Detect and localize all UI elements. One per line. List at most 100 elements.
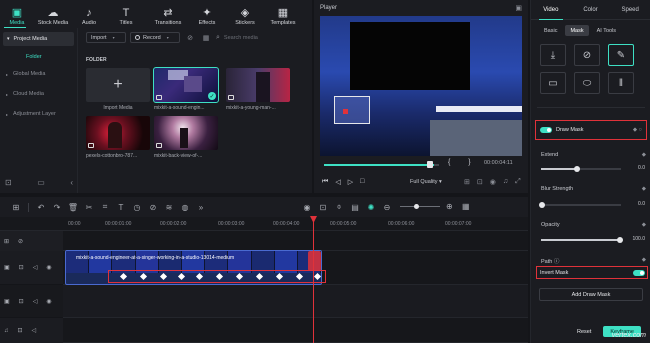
draw-mask-row[interactable]: Draw Mask ◆ ○	[535, 120, 647, 140]
tool-transitions[interactable]: ⇄ Transitions	[148, 2, 188, 28]
blur-slider[interactable]	[539, 202, 621, 208]
previous-frame-icon[interactable]: ⏮	[322, 178, 328, 186]
effects-icon[interactable]: ▤	[347, 203, 363, 212]
lock-icon[interactable]: ⊡	[19, 264, 24, 271]
extend-value[interactable]: 0.0	[627, 165, 645, 173]
keyframe-icon[interactable]: ◆ ○	[633, 127, 642, 133]
crop-icon[interactable]: ⊡	[477, 178, 483, 186]
import-mask-icon[interactable]: ⤓	[540, 44, 566, 66]
fullscreen-icon[interactable]: ⤢	[515, 178, 521, 186]
keyframe-diamond-icon[interactable]	[159, 272, 168, 281]
step-back-icon[interactable]: ◁	[335, 178, 340, 186]
keyframe-icon[interactable]: ◆	[642, 152, 646, 158]
sidebar-project-media[interactable]: ▾ Project Media	[3, 32, 74, 46]
lock-icon[interactable]: ⊡	[19, 298, 24, 305]
pen-mask-icon[interactable]: ✎	[608, 44, 634, 66]
keyframe-diamond-icon[interactable]	[275, 272, 284, 281]
split-icon[interactable]: ✂	[81, 203, 97, 212]
preview-canvas[interactable]	[320, 16, 522, 156]
play-icon[interactable]: ▷	[348, 178, 353, 186]
opacity-slider[interactable]	[541, 237, 623, 243]
speed-icon[interactable]: ◷	[129, 203, 145, 212]
keyframe-icon[interactable]: ◆	[642, 257, 646, 263]
tool-templates[interactable]: ▦ Templates	[264, 2, 302, 28]
add-draw-mask-button[interactable]: Add Draw Mask	[539, 288, 643, 301]
tool-stock-media[interactable]: ☁ Stock Media	[32, 2, 74, 28]
volume-icon[interactable]: ♫	[503, 178, 508, 186]
new-folder-icon[interactable]: ⊡	[5, 178, 12, 187]
speaker-icon[interactable]: ◁	[33, 298, 38, 305]
collapse-icon[interactable]: ‹	[70, 178, 73, 187]
zoom-handle[interactable]	[414, 204, 419, 209]
keyframe-diamond-icon[interactable]	[255, 272, 264, 281]
microphone-icon[interactable]: ⌽	[331, 202, 347, 212]
tab-speed[interactable]: Speed	[610, 0, 650, 19]
undo-icon[interactable]: ↶	[33, 203, 49, 212]
zoom-out-icon[interactable]: ⊖	[379, 203, 395, 212]
rectangle-mask-icon[interactable]: ▭	[540, 72, 566, 94]
media-item[interactable]: mixkit-back-view-of-...	[154, 116, 218, 159]
invert-mask-row[interactable]: Invert Mask	[536, 266, 648, 279]
folder-icon[interactable]: ▭	[37, 178, 45, 187]
lock-icon[interactable]: ⊡	[18, 327, 23, 334]
help-icon[interactable]: ⓘ	[554, 259, 560, 265]
no-mask-icon[interactable]: ⊘	[574, 44, 600, 66]
keyframe-diamond-icon[interactable]	[195, 272, 204, 281]
timeline-ruler[interactable]: 00:00 00:00:01:00 00:00:02:00 00:00:03:0…	[0, 217, 528, 231]
tab-color[interactable]: Color	[571, 0, 611, 19]
mark-in-out[interactable]: { }	[448, 159, 479, 166]
progress-handle[interactable]	[427, 161, 433, 168]
mask-icon[interactable]: ⊘	[145, 203, 161, 212]
camera-icon[interactable]: ◉	[490, 178, 496, 186]
mask-shape-box[interactable]	[334, 96, 370, 124]
search-input[interactable]: ⌕ Search media	[216, 34, 304, 42]
keyframe-row[interactable]	[108, 270, 326, 283]
blur-value[interactable]: 0.0	[627, 201, 645, 209]
sidebar-global-media[interactable]: ▸ Global Media	[0, 64, 77, 84]
sidebar-folder[interactable]: Folder	[0, 50, 77, 64]
line-mask-icon[interactable]: ‖	[608, 72, 634, 94]
keyframe-diamond-icon[interactable]	[215, 272, 224, 281]
subtab-mask[interactable]: Mask	[565, 25, 589, 36]
media-item[interactable]: pexels-cottonbro-787...	[86, 116, 150, 159]
record-dropdown[interactable]: Record ▾	[130, 32, 180, 43]
eye-icon[interactable]: ◉	[46, 264, 51, 271]
eye-icon[interactable]: ◉	[46, 298, 51, 305]
color-icon[interactable]: ◍	[177, 203, 193, 212]
tool-media[interactable]: ▣ Media	[2, 2, 32, 28]
keyframe-icon[interactable]: ◆	[642, 222, 646, 228]
marker-icon[interactable]: ⊡	[315, 203, 331, 212]
extend-slider[interactable]	[541, 166, 621, 172]
subtab-basic[interactable]: Basic	[539, 25, 562, 36]
invert-mask-toggle[interactable]	[633, 269, 645, 276]
keyframe-diamond-icon[interactable]	[139, 272, 148, 281]
playhead[interactable]	[313, 222, 314, 343]
tool-effects[interactable]: ✦ Effects	[188, 2, 226, 28]
speaker-icon[interactable]: ◁	[33, 264, 38, 271]
more-icon[interactable]: »	[193, 203, 209, 212]
media-item[interactable]: ✓ mixkit-a-sound-engin...	[153, 67, 219, 111]
grid-icon[interactable]: ▦	[462, 202, 470, 211]
fit-icon[interactable]: ⊞	[464, 178, 470, 186]
speaker-icon[interactable]: ◁	[32, 327, 37, 334]
zoom-slider[interactable]	[400, 204, 440, 209]
clip-end-handle[interactable]	[308, 251, 321, 271]
snapshot-icon[interactable]: ▣	[515, 4, 522, 12]
redo-icon[interactable]: ↷	[49, 203, 65, 212]
filter-icon[interactable]: ⊘	[184, 32, 196, 43]
delete-icon[interactable]: 🗑	[65, 203, 81, 212]
link-icon[interactable]: ⊘	[18, 238, 23, 245]
media-item[interactable]: mixkit-a-young-man-...	[226, 68, 290, 111]
text-icon[interactable]: T	[113, 203, 129, 212]
crop-icon[interactable]: ⌗	[97, 202, 113, 212]
keyframe-diamond-icon[interactable]	[119, 272, 128, 281]
subtab-ai-tools[interactable]: AI Tools	[592, 25, 621, 36]
timeline-tracks[interactable]	[63, 231, 528, 343]
layout-icon[interactable]: ⊞	[8, 203, 24, 212]
render-icon[interactable]: ◉	[299, 203, 315, 212]
keyframe-icon[interactable]: ◆	[642, 186, 646, 192]
ellipse-mask-icon[interactable]: ⬭	[574, 72, 600, 94]
tool-titles[interactable]: T Titles	[104, 2, 148, 28]
quality-dropdown[interactable]: Full Quality ▾	[410, 179, 442, 185]
zoom-in-icon[interactable]: ⊕	[446, 202, 453, 211]
